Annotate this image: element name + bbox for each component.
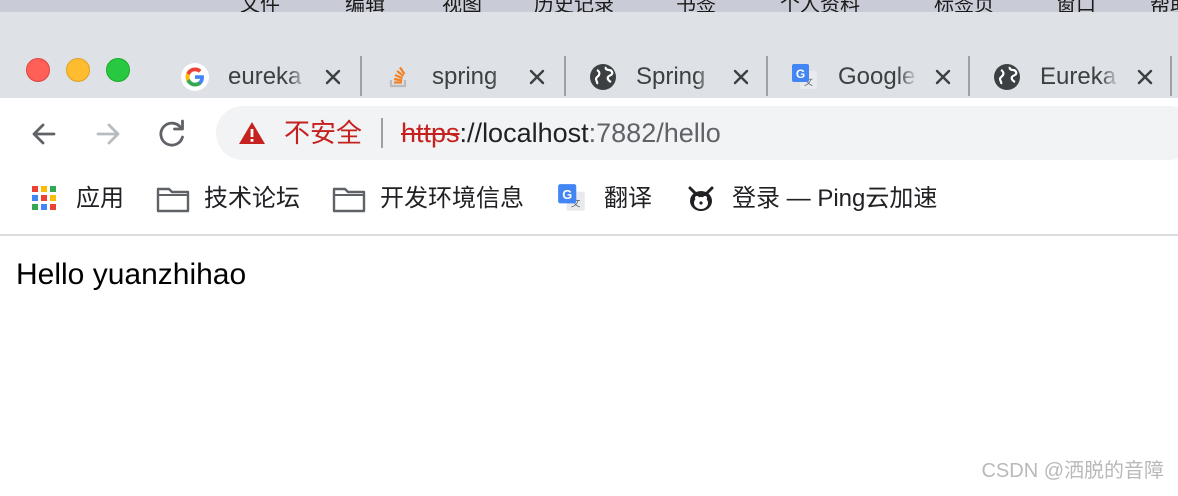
- url-scheme: https: [401, 118, 460, 148]
- svg-text:G: G: [562, 187, 572, 202]
- menu-item-profiles[interactable]: 个人资料: [780, 0, 860, 12]
- url-path: :7882/hello: [588, 118, 721, 148]
- tab-separator: [360, 56, 362, 96]
- bookmark-folder-dev-env[interactable]: 开发环境信息: [332, 182, 532, 216]
- bookmark-apps[interactable]: 应用: [30, 182, 130, 216]
- security-status-label[interactable]: 不安全: [284, 116, 362, 150]
- page-body-text: Hello yuanzhihao: [16, 258, 247, 291]
- bookmark-folder-tech-forum[interactable]: 技术论坛: [156, 182, 306, 216]
- menu-item-bookmarks[interactable]: 书签: [676, 0, 716, 12]
- tab-title: Spring: [636, 63, 706, 90]
- close-tab-icon[interactable]: [320, 64, 346, 90]
- apps-grid-icon: [32, 186, 56, 210]
- menu-item-view[interactable]: 视图: [442, 0, 482, 12]
- bookmarks-bar: 应用 技术论坛 开发环境信息 文 G 翻译 登录 — Ping云加速: [0, 170, 1178, 236]
- folder-icon: [332, 187, 366, 213]
- close-tab-icon[interactable]: [930, 64, 956, 90]
- bookmark-label: 登录 — Ping云加速: [732, 185, 938, 212]
- tab-spring-2[interactable]: Spring: [580, 50, 770, 102]
- tab-separator: [564, 56, 566, 96]
- back-arrow-icon[interactable]: [26, 116, 62, 152]
- watermark: CSDN @洒脱的音障: [981, 460, 1164, 482]
- menu-item-edit[interactable]: 编辑: [345, 0, 385, 12]
- tab-strip: eureka spring Spring 文 G Google Eureka: [0, 12, 1178, 98]
- url-scheme-separator: ://: [459, 118, 483, 148]
- forward-arrow-icon[interactable]: [90, 116, 126, 152]
- url-text[interactable]: https://localhost:7882/hello: [401, 116, 721, 150]
- close-tab-icon[interactable]: [728, 64, 754, 90]
- tab-eureka-2[interactable]: Eureka: [984, 50, 1174, 102]
- bookmark-translate[interactable]: 文 G 翻译: [556, 182, 666, 216]
- tab-title: eureka: [228, 63, 302, 90]
- bookmark-ping-login[interactable]: 登录 — Ping云加速: [686, 182, 956, 216]
- close-tab-icon[interactable]: [524, 64, 550, 90]
- window-minimize-button[interactable]: [66, 58, 90, 82]
- ping-logo-icon: [688, 186, 714, 211]
- tab-separator: [968, 56, 970, 96]
- folder-icon: [156, 187, 190, 213]
- tab-google[interactable]: 文 G Google: [782, 50, 972, 102]
- globe-icon: [590, 64, 616, 90]
- menu-item-history[interactable]: 历史记录: [534, 0, 614, 12]
- window-maximize-button[interactable]: [106, 58, 130, 82]
- google-translate-icon: 文 G: [792, 64, 817, 89]
- google-translate-icon: 文 G: [558, 184, 585, 211]
- tab-separator: [766, 56, 768, 96]
- not-secure-warning-icon[interactable]: [238, 120, 266, 146]
- tab-title: Google: [838, 63, 916, 90]
- url-host: localhost: [482, 118, 589, 148]
- menu-item-window[interactable]: 窗口: [1056, 0, 1096, 12]
- globe-icon: [994, 64, 1020, 90]
- tab-title: spring: [432, 63, 498, 90]
- address-separator: [381, 118, 383, 148]
- tab-separator: [1170, 56, 1172, 96]
- tab-eureka[interactable]: eureka: [172, 50, 362, 102]
- bookmark-label: 应用: [76, 185, 124, 212]
- browser-toolbar: 不安全 https://localhost:7882/hello: [0, 98, 1178, 170]
- google-icon: [181, 63, 209, 91]
- macos-menu-bar: 文件 编辑 视图 历史记录 书签 个人资料 标签页 窗口 帮助: [0, 0, 1178, 12]
- menu-item-tabs[interactable]: 标签页: [934, 0, 994, 12]
- bookmark-label: 翻译: [604, 185, 652, 212]
- menu-item-help[interactable]: 帮助: [1150, 0, 1178, 12]
- menu-item-file[interactable]: 文件: [240, 0, 280, 12]
- close-tab-icon[interactable]: [1132, 64, 1158, 90]
- svg-text:G: G: [796, 67, 805, 81]
- window-close-button[interactable]: [26, 58, 50, 82]
- bookmark-label: 开发环境信息: [380, 185, 524, 212]
- stackoverflow-icon: [389, 66, 407, 88]
- address-bar[interactable]: 不安全 https://localhost:7882/hello: [216, 106, 1178, 160]
- bookmark-label: 技术论坛: [204, 185, 300, 212]
- reload-icon[interactable]: [154, 116, 190, 152]
- tab-title: Eureka: [1040, 63, 1117, 90]
- tab-spring[interactable]: spring: [376, 50, 566, 102]
